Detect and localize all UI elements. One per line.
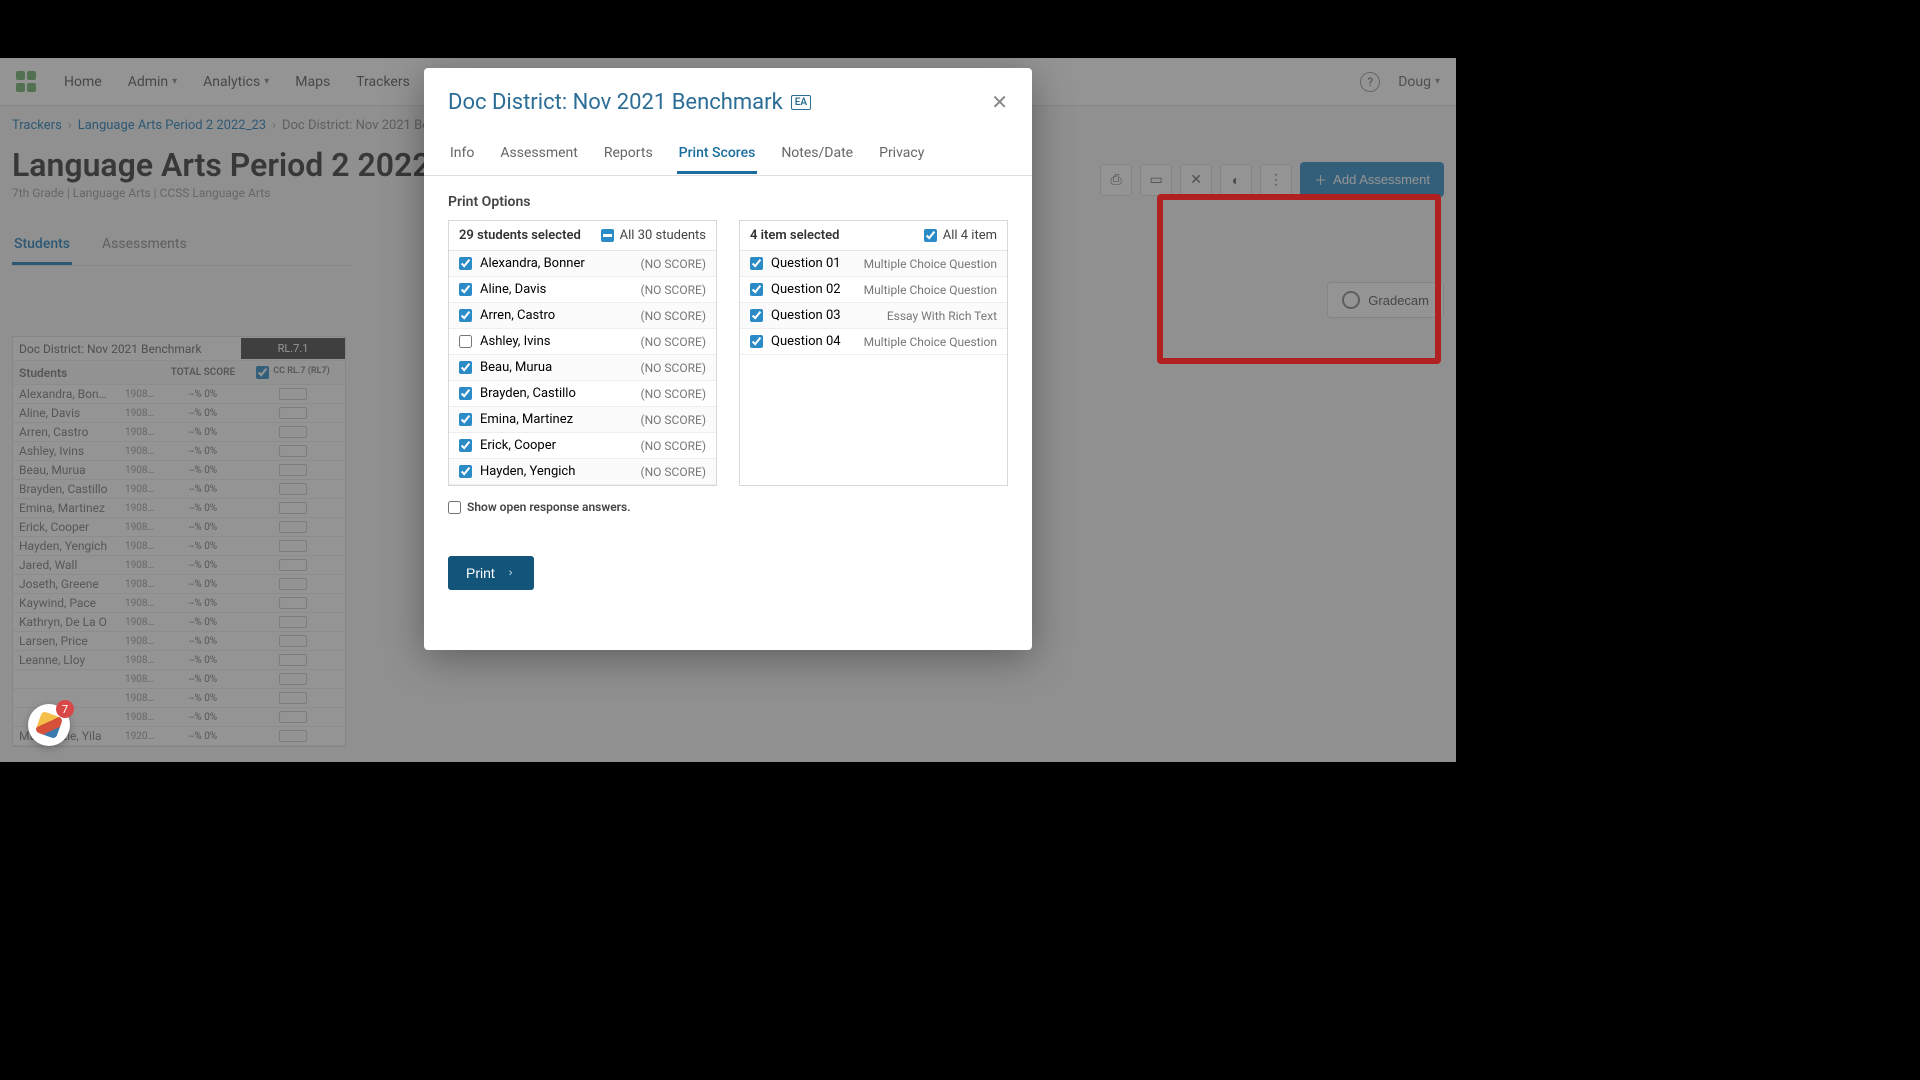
student-row[interactable]: Aline, Davis(NO SCORE): [449, 277, 716, 303]
print-button[interactable]: Print ›: [448, 556, 534, 590]
student-row[interactable]: Ashley, Ivins(NO SCORE): [449, 329, 716, 355]
student-checkbox[interactable]: [459, 361, 472, 374]
student-row[interactable]: Erick, Cooper(NO SCORE): [449, 433, 716, 459]
student-checkbox[interactable]: [459, 335, 472, 348]
modal-tab-reports[interactable]: Reports: [602, 135, 655, 174]
student-checkbox[interactable]: [459, 387, 472, 400]
indeterminate-checkbox-icon: [601, 229, 614, 242]
student-checkbox[interactable]: [459, 283, 472, 296]
item-row[interactable]: Question 04Multiple Choice Question: [740, 329, 1007, 355]
student-checkbox[interactable]: [459, 309, 472, 322]
item-row[interactable]: Question 02Multiple Choice Question: [740, 277, 1007, 303]
item-row[interactable]: Question 03Essay With Rich Text: [740, 303, 1007, 329]
student-row[interactable]: Arren, Castro(NO SCORE): [449, 303, 716, 329]
close-icon[interactable]: ✕: [991, 90, 1008, 115]
student-row[interactable]: Brayden, Castillo(NO SCORE): [449, 381, 716, 407]
items-panel: 4 item selected All 4 item Question 01Mu…: [739, 220, 1008, 486]
modal-tab-info[interactable]: Info: [448, 135, 476, 174]
modal-title: Doc District: Nov 2021 Benchmark EA: [448, 90, 811, 115]
item-checkbox[interactable]: [750, 335, 763, 348]
student-row[interactable]: Hayden, Yengich(NO SCORE): [449, 459, 716, 485]
chevron-right-icon: ›: [509, 567, 513, 579]
modal-tab-notes[interactable]: Notes/Date: [779, 135, 855, 174]
all-items-toggle[interactable]: All 4 item: [924, 228, 997, 243]
student-row[interactable]: Emina, Martinez(NO SCORE): [449, 407, 716, 433]
show-open-response-checkbox[interactable]: [448, 501, 461, 514]
modal-tab-privacy[interactable]: Privacy: [877, 135, 926, 174]
item-row[interactable]: Question 01Multiple Choice Question: [740, 251, 1007, 277]
app-region: Home Admin▾ Analytics▾ Maps Trackers A ?…: [0, 58, 1456, 762]
items-selected-count: 4 item selected: [750, 228, 839, 243]
all-items-checkbox[interactable]: [924, 229, 937, 242]
item-checkbox[interactable]: [750, 283, 763, 296]
student-checkbox[interactable]: [459, 413, 472, 426]
print-scores-modal: Doc District: Nov 2021 Benchmark EA ✕ In…: [424, 68, 1032, 650]
print-options-title: Print Options: [448, 194, 1008, 210]
student-row[interactable]: Beau, Murua(NO SCORE): [449, 355, 716, 381]
ea-badge: EA: [791, 95, 811, 110]
student-checkbox[interactable]: [459, 439, 472, 452]
students-selected-count: 29 students selected: [459, 228, 581, 243]
students-panel: 29 students selected All 30 students Ale…: [448, 220, 717, 486]
student-row[interactable]: Alexandra, Bonner(NO SCORE): [449, 251, 716, 277]
item-checkbox[interactable]: [750, 309, 763, 322]
all-students-toggle[interactable]: All 30 students: [601, 228, 706, 243]
modal-tab-print-scores[interactable]: Print Scores: [677, 135, 758, 174]
help-badge: 7: [56, 700, 74, 718]
modal-tab-assessment[interactable]: Assessment: [498, 135, 579, 174]
modal-tabs: Info Assessment Reports Print Scores Not…: [424, 135, 1032, 176]
show-open-response-toggle[interactable]: Show open response answers.: [448, 500, 1008, 514]
student-checkbox[interactable]: [459, 257, 472, 270]
student-checkbox[interactable]: [459, 465, 472, 478]
help-widget[interactable]: 7: [28, 704, 70, 746]
item-checkbox[interactable]: [750, 257, 763, 270]
